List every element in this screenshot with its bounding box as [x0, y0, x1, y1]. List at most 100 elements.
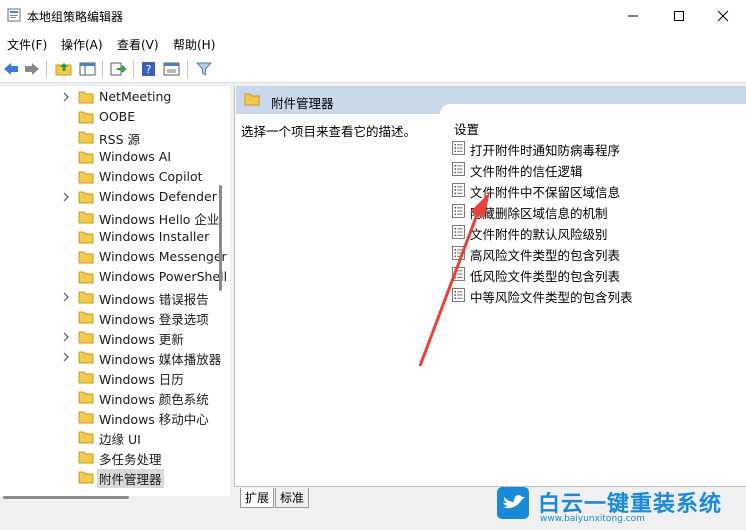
- tree-item[interactable]: Windows Messenger: [0, 247, 230, 267]
- tree-item[interactable]: 附件管理器: [0, 467, 230, 488]
- tree-item[interactable]: Windows 媒体播放器: [0, 347, 230, 367]
- export-list-icon: [110, 62, 127, 76]
- tree-item[interactable]: 边缘 UI: [0, 427, 230, 447]
- policy-setting-icon: [452, 183, 465, 197]
- show-hide-tree-button[interactable]: [78, 59, 98, 79]
- setting-item[interactable]: 文件附件中不保留区域信息: [452, 180, 742, 200]
- setting-item[interactable]: 中等风险文件类型的包含列表: [452, 285, 742, 305]
- help-icon: ?: [142, 62, 155, 76]
- maximize-button[interactable]: [656, 0, 702, 32]
- policy-setting-icon: [452, 288, 465, 302]
- policy-setting-icon: [452, 162, 465, 176]
- tree-item[interactable]: Windows Defender: [0, 187, 230, 207]
- tab-standard[interactable]: 标准: [275, 488, 310, 508]
- tree-item[interactable]: Windows Copilot: [0, 167, 230, 187]
- folder-icon: [78, 391, 94, 404]
- tree-item[interactable]: RSS 源: [0, 127, 230, 147]
- tree-item-label: NetMeeting: [99, 89, 172, 104]
- folder-icon: [78, 191, 94, 204]
- filter-icon: [195, 62, 213, 76]
- chevron-right-icon[interactable]: [60, 331, 72, 343]
- folder-icon: [78, 151, 94, 164]
- show-hide-tree-icon: [79, 62, 96, 76]
- policy-setting-icon: [452, 225, 465, 239]
- filter-button[interactable]: [194, 59, 214, 79]
- folder-icon: [78, 471, 94, 484]
- menu-file[interactable]: 文件(F): [7, 36, 47, 53]
- menu-view[interactable]: 查看(V): [117, 36, 159, 53]
- close-button[interactable]: [700, 0, 746, 32]
- folder-icon: [78, 431, 94, 444]
- back-button[interactable]: [1, 59, 21, 79]
- watermark-bird-logo: [497, 487, 529, 519]
- folder-icon: [78, 231, 94, 244]
- close-icon: [717, 10, 729, 22]
- folder-icon: [78, 311, 94, 324]
- minimize-button[interactable]: [610, 0, 656, 32]
- setting-item[interactable]: 文件附件的默认风险级别: [452, 222, 742, 242]
- setting-item[interactable]: 低风险文件类型的包含列表: [452, 264, 742, 284]
- tree-item-label: Windows Copilot: [99, 169, 203, 184]
- back-arrow-icon: [4, 63, 18, 75]
- tree-item-label: RSS 源: [99, 132, 141, 147]
- folder-icon: [244, 93, 260, 106]
- export-list-button[interactable]: [108, 59, 128, 79]
- chevron-right-icon[interactable]: [60, 91, 72, 103]
- tree-item-label: 附件管理器: [97, 469, 164, 488]
- tree-item[interactable]: Windows AI: [0, 147, 230, 167]
- folder-icon: [78, 131, 94, 144]
- menu-help[interactable]: 帮助(H): [173, 36, 215, 53]
- setting-item-label: 中等风险文件类型的包含列表: [470, 290, 633, 305]
- tree-item[interactable]: Windows Installer: [0, 227, 230, 247]
- tree-item[interactable]: Windows 移动中心: [0, 407, 230, 427]
- forward-button[interactable]: [22, 59, 42, 79]
- folder-icon: [78, 111, 94, 124]
- setting-item-label: 文件附件中不保留区域信息: [470, 185, 621, 200]
- tree-item-label: Windows Installer: [99, 229, 210, 244]
- tree-item-label: Windows PowerShell: [99, 269, 228, 284]
- tree-item-label: Windows 日历: [99, 372, 184, 387]
- chevron-right-icon[interactable]: [60, 191, 72, 203]
- setting-item-label: 低风险文件类型的包含列表: [470, 269, 621, 284]
- tree-vertical-scrollbar[interactable]: [219, 185, 222, 291]
- folder-icon: [78, 271, 94, 284]
- tree-item[interactable]: Windows 错误报告: [0, 287, 230, 307]
- setting-item[interactable]: 打开附件时通知防病毒程序: [452, 138, 742, 158]
- properties-icon: [163, 62, 180, 76]
- tree-item-label: Windows 错误报告: [99, 292, 209, 307]
- toolbar-separator: [133, 60, 134, 78]
- tree-item[interactable]: 多任务处理: [0, 447, 230, 467]
- properties-button[interactable]: [162, 59, 182, 79]
- tree-item-label: Windows 媒体播放器: [99, 352, 222, 367]
- policy-setting-icon: [452, 141, 465, 155]
- up-folder-icon: [55, 63, 72, 76]
- tree-item-label: Windows AI: [99, 149, 172, 164]
- setting-item[interactable]: 隐藏删除区域信息的机制: [452, 201, 742, 221]
- svg-text:?: ?: [146, 63, 152, 76]
- tree-item[interactable]: OOBE: [0, 107, 230, 127]
- settings-column-header[interactable]: 设置: [454, 119, 479, 138]
- setting-item[interactable]: 文件附件的信任逻辑: [452, 159, 742, 179]
- description-text: 选择一个项目来查看它的描述。: [241, 124, 417, 139]
- tree-item[interactable]: Windows Hello 企业: [0, 207, 230, 227]
- tree-item-label: Windows 移动中心: [99, 412, 209, 427]
- folder-icon: [78, 171, 94, 184]
- tree-item[interactable]: Windows 日历: [0, 367, 230, 387]
- maximize-icon: [674, 11, 684, 21]
- chevron-right-icon[interactable]: [60, 351, 72, 363]
- tree-item-label: Windows Defender: [99, 189, 217, 204]
- setting-item[interactable]: 高风险文件类型的包含列表: [452, 243, 742, 263]
- up-folder-button[interactable]: [54, 59, 74, 79]
- menu-action[interactable]: 操作(A): [61, 36, 103, 53]
- chevron-right-icon[interactable]: [60, 291, 72, 303]
- tree-item[interactable]: Windows 更新: [0, 327, 230, 347]
- tab-extended[interactable]: 扩展: [240, 488, 275, 508]
- policy-setting-icon: [452, 246, 465, 260]
- help-button[interactable]: ?: [139, 59, 159, 79]
- toolbar-separator: [46, 60, 47, 78]
- tree-item[interactable]: Windows 登录选项: [0, 307, 230, 327]
- tree-horizontal-scrollbar[interactable]: [3, 496, 129, 499]
- tree-item[interactable]: Windows PowerShell: [0, 267, 230, 287]
- tree-item[interactable]: Windows 颜色系统: [0, 387, 230, 407]
- tree-item[interactable]: NetMeeting: [0, 87, 230, 107]
